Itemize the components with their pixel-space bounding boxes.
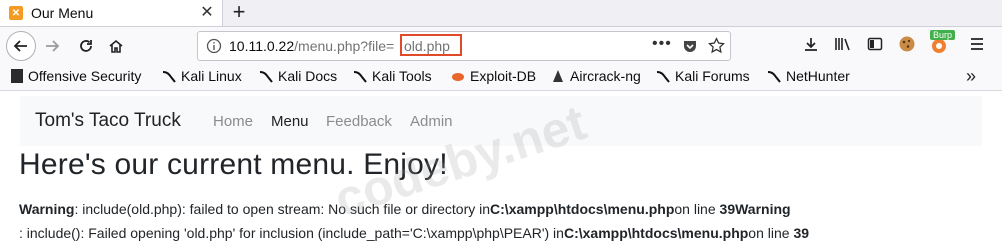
warning-line-number: 39 (719, 201, 736, 217)
navigation-toolbar: 10.11.0.22/menu.php?file= old.php ••• Bu… (0, 27, 1002, 64)
pocket-icon[interactable] (682, 38, 698, 54)
back-button[interactable] (6, 31, 36, 61)
kali-icon (767, 71, 781, 83)
close-tab-icon[interactable]: ✕ (197, 3, 217, 23)
xampp-favicon-icon: ✕ (9, 6, 23, 20)
tab-strip: ✕ Our Menu ✕ + (0, 0, 1002, 27)
php-warning-line-1: Warning: include(old.php): failed to ope… (19, 201, 791, 217)
bookmarks-overflow-chevron-icon[interactable]: » (966, 66, 976, 87)
sidebar-icon[interactable] (864, 33, 886, 55)
warning-path: C:\xampp\htdocs\menu.php (490, 201, 675, 217)
bookmark-exploit-db[interactable]: Exploit-DB (451, 68, 536, 84)
forward-button[interactable] (40, 32, 64, 60)
kali-icon (162, 71, 176, 83)
warning-text: : include(): Failed opening 'old.php' fo… (19, 225, 564, 241)
page-actions-icon[interactable]: ••• (652, 35, 672, 53)
bookmark-kali-docs[interactable]: Kali Docs (259, 68, 337, 84)
bookmark-nethunter[interactable]: NetHunter (767, 68, 850, 84)
download-icon[interactable] (800, 33, 822, 55)
exploitdb-icon (452, 73, 464, 81)
site-brand[interactable]: Tom's Taco Truck (35, 110, 181, 132)
bookmark-label: Kali Tools (372, 68, 432, 84)
url-text[interactable]: 10.11.0.22/menu.php?file= (229, 38, 394, 54)
bookmark-offensive-security[interactable]: Offensive Security (11, 68, 141, 84)
home-icon (109, 39, 123, 53)
new-tab-button[interactable]: + (228, 0, 250, 26)
bookmark-label: Offensive Security (28, 68, 142, 84)
php-warning-line-2: : include(): Failed opening 'old.php' fo… (19, 225, 809, 241)
menu-icon[interactable] (966, 33, 988, 55)
url-path: /menu.php?file= (294, 38, 395, 54)
back-icon (13, 40, 27, 52)
kali-icon (259, 71, 273, 83)
bookmark-label: Exploit-DB (470, 68, 537, 84)
offsec-icon (11, 69, 23, 83)
warning-on-line: on line (748, 225, 790, 241)
bookmark-label: Aircrack-ng (570, 68, 641, 84)
warning-label-trailing: Warning (735, 201, 791, 217)
kali-icon (656, 71, 670, 83)
nav-link-menu[interactable]: Menu (271, 113, 309, 130)
library-icon[interactable] (832, 33, 854, 55)
bookmark-kali-tools[interactable]: Kali Tools (353, 68, 432, 84)
warning-text: : include(old.php): failed to open strea… (74, 201, 491, 217)
bookmark-kali-linux[interactable]: Kali Linux (162, 68, 242, 84)
url-host: 10.11.0.22 (229, 38, 295, 54)
warning-line-number: 39 (793, 225, 810, 241)
address-bar[interactable]: 10.11.0.22/menu.php?file= old.php ••• (197, 31, 731, 61)
bookmark-aircrack-ng[interactable]: Aircrack-ng (551, 68, 641, 84)
page-heading: Here's our current menu. Enjoy! (19, 148, 448, 181)
bookmark-star-icon[interactable] (708, 37, 725, 54)
bookmark-label: Kali Docs (278, 68, 338, 84)
cookie-icon[interactable] (896, 33, 918, 55)
home-button[interactable] (104, 32, 128, 60)
bookmark-label: Kali Linux (181, 68, 242, 84)
info-icon[interactable] (206, 38, 222, 54)
nav-link-home[interactable]: Home (213, 113, 253, 130)
site-navbar: Tom's Taco Truck Home Menu Feedback Admi… (20, 96, 982, 146)
bookmark-label: NetHunter (786, 68, 850, 84)
reload-icon (80, 40, 92, 52)
active-tab[interactable]: ✕ Our Menu ✕ (0, 0, 223, 26)
burp-badge: Burp (930, 30, 956, 40)
warning-on-line: on line (674, 201, 716, 217)
bookmark-label: Kali Forums (675, 68, 750, 84)
warning-path: C:\xampp\htdocs\menu.php (563, 225, 749, 241)
nav-link-admin[interactable]: Admin (410, 113, 453, 130)
kali-icon (353, 71, 367, 83)
warning-label: Warning (19, 201, 75, 217)
nav-link-feedback[interactable]: Feedback (326, 113, 392, 130)
reload-button[interactable] (74, 32, 98, 60)
url-file-param: old.php (404, 38, 450, 54)
bookmark-kali-forums[interactable]: Kali Forums (656, 68, 750, 84)
aircrack-icon (553, 70, 563, 82)
forward-icon (46, 40, 60, 52)
bookmarks-toolbar: Offensive Security Kali Linux Kali Docs … (0, 64, 1002, 91)
tab-title: Our Menu (31, 5, 94, 21)
